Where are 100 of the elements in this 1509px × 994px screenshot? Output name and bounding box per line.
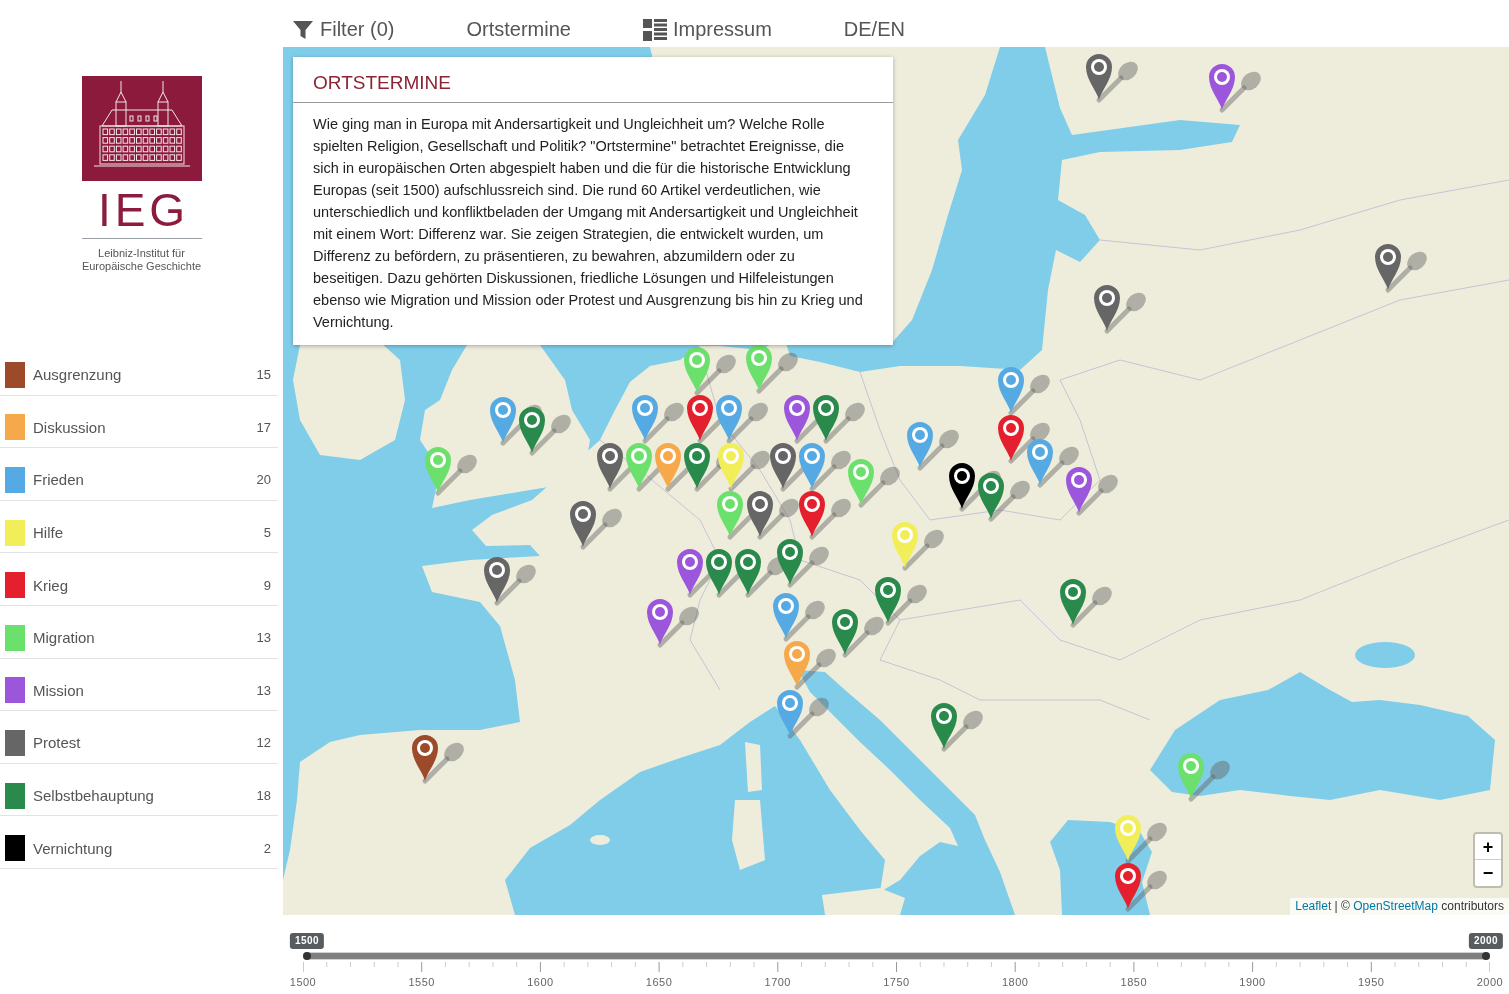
pin-shadow <box>694 354 736 396</box>
pin-shadow <box>1096 61 1138 103</box>
tick-label: 1900 <box>1239 976 1266 988</box>
pin-shadow <box>842 616 884 658</box>
pin-shadow <box>1037 446 1079 488</box>
pin-shadow <box>1385 251 1427 293</box>
category-count: 13 <box>256 682 271 698</box>
pin-shadow <box>885 584 927 626</box>
category-filter-row[interactable]: Diskussion 17 <box>0 395 278 449</box>
tick-label: 1600 <box>527 976 554 988</box>
pin-shadow <box>1076 474 1118 516</box>
pin-shadow <box>435 454 477 496</box>
category-label: Protest <box>33 734 81 752</box>
tick-label: 1500 <box>289 976 317 988</box>
tick-label: 1800 <box>1001 976 1029 988</box>
pin-shadow <box>757 498 799 540</box>
tick-label: 2000 <box>1476 976 1504 988</box>
category-filter-row[interactable]: Krieg 9 <box>0 553 278 606</box>
category-count: 9 <box>263 577 271 593</box>
category-label: Hilfe <box>33 524 63 542</box>
pin-shadow <box>1070 586 1112 628</box>
pin-shadow <box>783 600 825 642</box>
filter-icon <box>292 18 314 41</box>
intro-panel-title: ORTSTERMINE <box>293 57 893 103</box>
pin-shadow <box>657 606 699 648</box>
category-filter-row[interactable]: Hilfe 5 <box>0 500 278 554</box>
pin-shadow <box>917 429 959 471</box>
category-count: 12 <box>256 735 271 751</box>
pin-shadow <box>580 508 622 550</box>
category-label: Frieden <box>33 471 84 489</box>
category-filter-row[interactable]: Mission 13 <box>0 658 278 712</box>
pin-shadow <box>642 402 684 444</box>
tick-label: 1650 <box>645 976 673 988</box>
pin-shadow <box>1125 870 1167 912</box>
pin-shadow <box>1219 71 1261 113</box>
category-count: 5 <box>263 525 271 541</box>
tick-label: 1700 <box>764 976 791 988</box>
category-filter-row[interactable]: Selbstbehauptung 18 <box>0 763 278 817</box>
category-count: 18 <box>256 788 271 804</box>
nav-link[interactable]: Filter (0) <box>292 18 395 41</box>
logo-subtitle: Leibniz-Institut für Europäische Geschichte <box>80 247 203 273</box>
intro-panel-text: Wie ging man in Europa mit Andersartigkeit und Ungleichheit um? Welche Rolle spielten Religion, Gesellschaft und Politik? "Ortstermine" betrachtet Ereignisse, die sich in europäischen Orten abgespielt haben und die für die historische Entwicklung Europas (seit 1500) aufschlussreich sind. Die rund 60 Artikel verdeutlichen, wie unterschiedlich und konfliktbeladen der Umgang mit Andersartigkeit und Ungleichheit mit einem Wort: Differenz war. Sie zeigen Strategien, die entwickelt wurden, um Differenz zu befördern, zu präsentieren, zu bewahren, abzumildern oder zu beseitigen. Dazu gehörten Diskussionen, friedliche Lösungen und Hilfeleistungen ebenso wie Migration und Mission oder Protest und Ausgrenzung bis hin zu Krieg und Vernichtung. <box>312 115 864 332</box>
pin-shadow <box>1008 374 1050 416</box>
timeline-track[interactable] <box>303 952 1490 960</box>
category-label: Mission <box>33 681 84 699</box>
pin-shadow <box>728 450 770 492</box>
category-filter-row[interactable]: Ausgrenzung 15 <box>0 343 278 396</box>
nav-link[interactable]: Ortstermine <box>466 18 571 41</box>
pin-shadow <box>809 450 851 492</box>
pin-shadow <box>529 414 571 456</box>
map-attribution: Leaflet | © OpenStreetMap contributors <box>1290 898 1509 915</box>
range-handle[interactable] <box>1482 952 1490 960</box>
nav-link[interactable]: Impressum <box>642 18 772 41</box>
category-filter-row[interactable]: Protest 12 <box>0 711 278 764</box>
nav-link[interactable]: DE/EN <box>843 18 905 41</box>
pin-shadow <box>1104 292 1146 334</box>
category-label: Selbstbehauptung <box>33 787 154 805</box>
pin-shadow <box>794 648 836 690</box>
building-logo-icon <box>81 76 202 181</box>
pin-shadow <box>726 402 768 444</box>
category-count: 20 <box>256 472 271 488</box>
pin-shadow <box>787 546 829 588</box>
category-count: 17 <box>256 419 271 435</box>
pin-shadow <box>858 466 900 508</box>
tick-label: 1850 <box>1120 976 1148 988</box>
map-pin-icon[interactable] <box>948 462 976 510</box>
category-filter-row[interactable]: Vernichtung 2 <box>0 816 278 869</box>
category-filter-row[interactable]: Frieden 20 <box>0 448 278 501</box>
pin-shadow <box>941 710 983 752</box>
category-label: Ausgrenzung <box>33 366 122 384</box>
pin-shadow <box>1008 422 1050 464</box>
attribution-link[interactable]: Leaflet <box>1295 899 1332 913</box>
inland-sea <box>1355 642 1415 668</box>
logo-wordmark: IEG <box>96 190 190 230</box>
map-pin-icon[interactable] <box>411 734 439 782</box>
attribution-link[interactable]: OpenStreetMap <box>1353 899 1438 913</box>
year-badge: 2000 <box>1468 933 1504 949</box>
zoom-out-button[interactable]: − <box>1475 860 1501 886</box>
year-badge: 1500 <box>289 933 325 949</box>
category-count: 2 <box>263 840 271 856</box>
zoom-in-button[interactable]: + <box>1475 834 1501 860</box>
range-handle[interactable] <box>303 952 311 960</box>
category-label: Migration <box>33 629 95 647</box>
pin-shadow <box>1188 760 1230 802</box>
category-label: Vernichtung <box>33 839 113 857</box>
pin-shadow <box>988 480 1030 522</box>
island <box>732 800 765 870</box>
pin-shadow <box>494 564 536 606</box>
category-count: 13 <box>256 630 271 646</box>
category-filter-row[interactable]: Migration 13 <box>0 605 278 659</box>
island <box>590 835 610 845</box>
pin-shadow <box>756 352 798 394</box>
pin-shadow <box>823 402 865 444</box>
pin-shadow <box>787 697 829 739</box>
category-label: Krieg <box>33 576 69 594</box>
pin-shadow <box>422 742 464 784</box>
category-count: 15 <box>256 367 271 383</box>
tick-label: 1750 <box>883 976 910 988</box>
island <box>745 742 762 792</box>
tick-label: 1550 <box>408 976 435 988</box>
